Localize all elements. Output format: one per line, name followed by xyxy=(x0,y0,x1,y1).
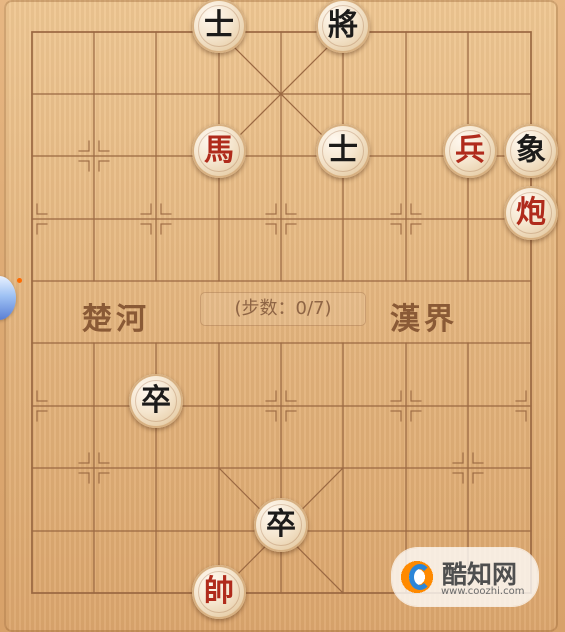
piece-label: 帥 xyxy=(204,574,234,609)
piece-label: 馬 xyxy=(204,133,234,168)
piece-label: 士 xyxy=(328,133,358,168)
black-elephant-piece[interactable]: 象 xyxy=(504,124,558,178)
notification-dot-icon xyxy=(17,278,22,283)
step-counter: (步数：0/7) xyxy=(200,292,366,326)
piece-label: 象 xyxy=(516,133,546,168)
black-soldier-piece-center[interactable]: 卒 xyxy=(254,498,308,552)
watermark-url: www.coozhi.com xyxy=(441,586,525,597)
site-watermark: 酷知网 www.coozhi.com xyxy=(392,548,538,606)
logo-c-mark xyxy=(409,564,431,590)
coozhi-logo-icon xyxy=(400,560,434,594)
red-soldier-piece[interactable]: 兵 xyxy=(443,124,497,178)
red-marshal-piece[interactable]: 帥 xyxy=(192,565,246,619)
piece-label: 將 xyxy=(328,8,358,43)
black-advisor-piece-top[interactable]: 士 xyxy=(192,0,246,53)
piece-label: 炮 xyxy=(516,195,546,230)
black-general-piece[interactable]: 將 xyxy=(316,0,370,53)
game-screen: 楚河 (步数：0/7) 漢界 士 將 馬 士 兵 象 炮 卒 卒 帥 酷知网 w… xyxy=(0,0,565,632)
red-cannon-piece[interactable]: 炮 xyxy=(504,186,558,240)
red-horse-piece[interactable]: 馬 xyxy=(192,124,246,178)
river-left-label: 楚河 xyxy=(82,302,150,337)
piece-label: 卒 xyxy=(266,507,296,542)
river-right-label: 漢界 xyxy=(390,302,458,337)
piece-label: 卒 xyxy=(141,383,171,418)
black-soldier-piece-left[interactable]: 卒 xyxy=(129,374,183,428)
piece-label: 兵 xyxy=(455,133,485,168)
piece-label: 士 xyxy=(204,8,234,43)
black-advisor-piece-middle[interactable]: 士 xyxy=(316,124,370,178)
